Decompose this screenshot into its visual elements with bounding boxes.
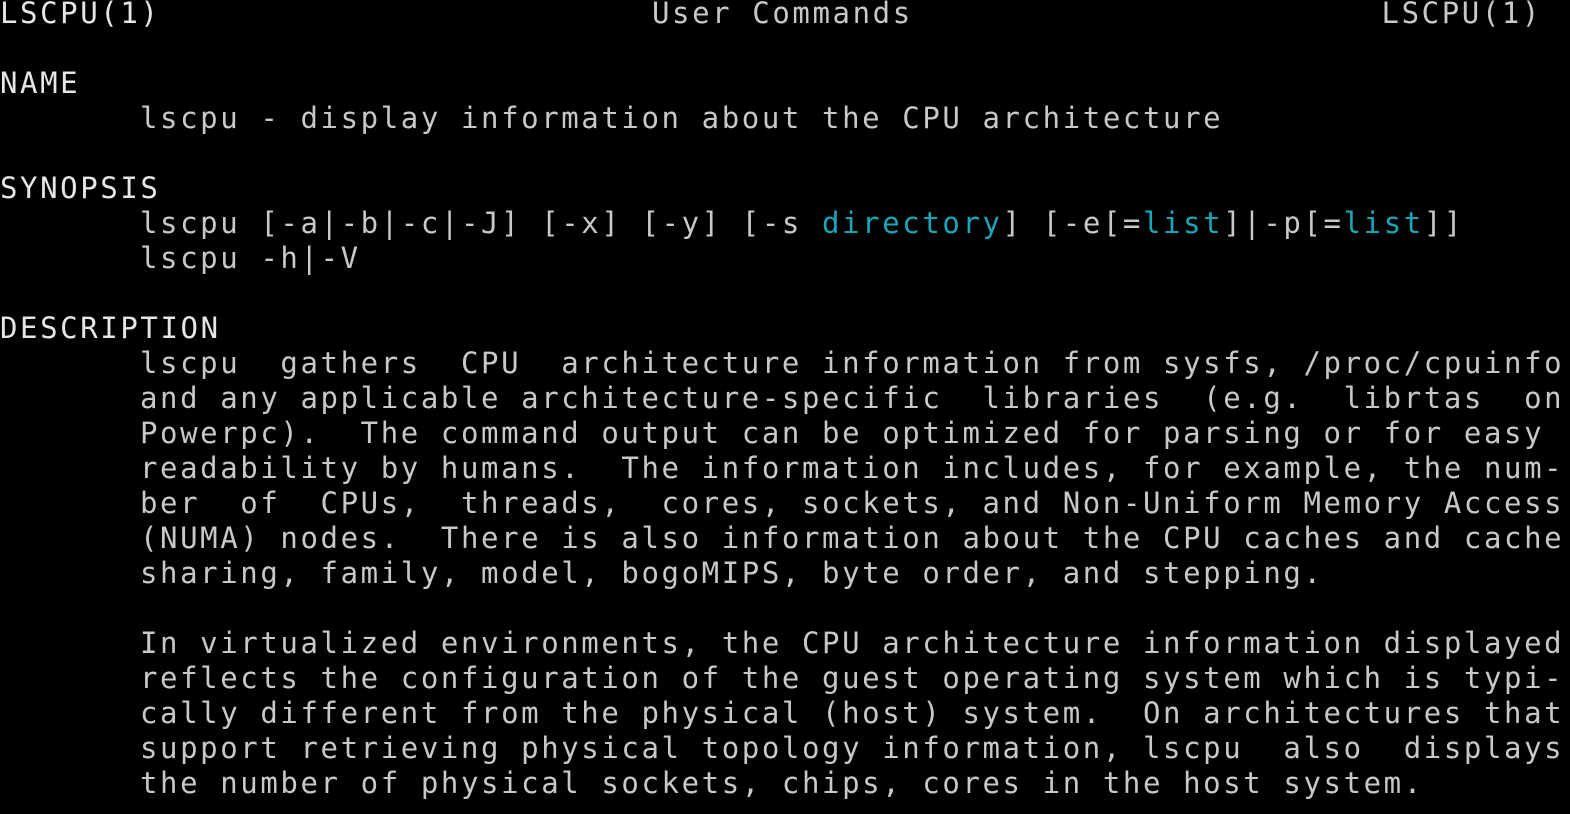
synopsis-text: ]|-p[= [1223, 206, 1344, 240]
man-header-left: LSCPU(1) [0, 0, 161, 30]
man-header-right: LSCPU(1) [1381, 0, 1542, 30]
synopsis-text: lscpu [-a|-b|-c|-J] [-x] [-y] [-s [140, 206, 823, 240]
description-line: (NUMA) nodes. There is also information … [140, 521, 1565, 555]
description-line: Powerpc). The command output can be opti… [140, 416, 1545, 450]
synopsis-arg-list: list [1143, 206, 1224, 240]
name-description: lscpu - display information about the CP… [140, 101, 1224, 135]
description-line: In virtualized environments, the CPU arc… [140, 626, 1565, 660]
synopsis-line-2: lscpu -h|-V [140, 241, 361, 275]
section-heading-name: NAME [0, 66, 81, 100]
description-line: sharing, family, model, bogoMIPS, byte o… [140, 556, 1324, 590]
synopsis-text: ] [-e[= [1002, 206, 1143, 240]
description-line: lscpu gathers CPU architecture informati… [140, 346, 1565, 380]
description-line: cally different from the physical (host)… [140, 696, 1565, 730]
description-line: and any applicable architecture-specific… [140, 381, 1565, 415]
section-heading-description: DESCRIPTION [0, 311, 221, 345]
description-line: readability by humans. The information i… [140, 451, 1565, 485]
description-line: ber of CPUs, threads, cores, sockets, an… [140, 486, 1565, 520]
description-line: support retrieving physical topology inf… [140, 731, 1565, 765]
synopsis-text: ]] [1423, 206, 1464, 240]
man-header-center: User Commands [652, 0, 913, 30]
section-heading-synopsis: SYNOPSIS [0, 171, 161, 205]
description-line: the number of physical sockets, chips, c… [140, 766, 1424, 800]
description-line: reflects the configuration of the guest … [140, 661, 1565, 695]
synopsis-arg-directory: directory [822, 206, 1003, 240]
synopsis-line-1: lscpu [-a|-b|-c|-J] [-x] [-y] [-s direct… [140, 206, 1464, 241]
terminal-man-page: LSCPU(1) User Commands LSCPU(1) NAME lsc… [0, 0, 1570, 814]
synopsis-arg-list: list [1343, 206, 1424, 240]
